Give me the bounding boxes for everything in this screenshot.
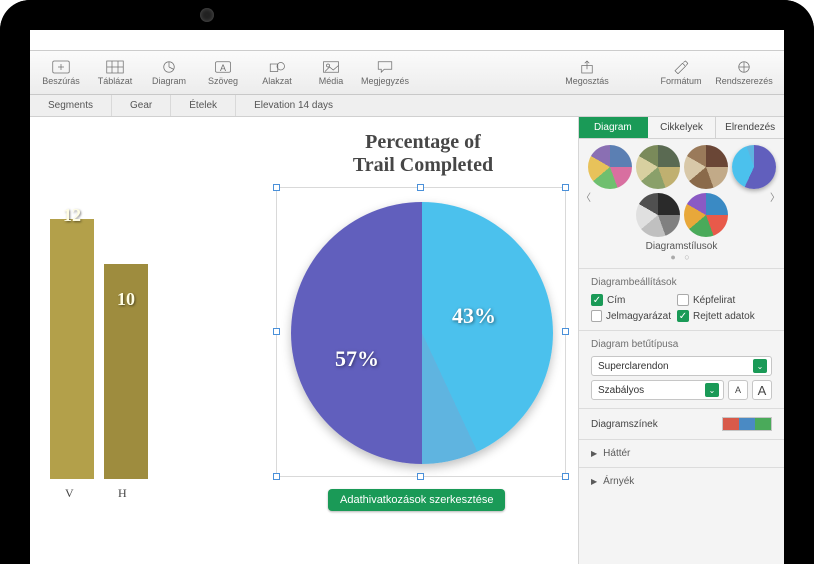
accordion-shadow[interactable]: ▶Árnyék (591, 476, 772, 487)
bar-cat-v: V (65, 486, 74, 501)
resize-handle[interactable] (273, 473, 280, 480)
resize-handle[interactable] (562, 328, 569, 335)
style-next-icon[interactable]: 〉 (770, 189, 782, 201)
media-label: Média (319, 76, 344, 86)
comment-label: Megjegyzés (361, 76, 409, 86)
format-button[interactable]: Formátum (654, 53, 708, 93)
resize-handle[interactable] (273, 184, 280, 191)
format-label: Formátum (660, 76, 701, 86)
shape-label: Alakzat (262, 76, 292, 86)
main-toolbar: Beszúrás Táblázat Diagram A Szöveg Alakz… (30, 51, 784, 95)
svg-text:A: A (220, 62, 226, 72)
bar-chart: 12 10 V H (30, 169, 190, 519)
font-style-select[interactable]: Szabályos⌄ (591, 380, 724, 400)
inspector-tab-cikkelyek[interactable]: Cikkelyek (648, 117, 717, 138)
text-button[interactable]: A Szöveg (196, 53, 250, 93)
style-prev-icon[interactable]: 〈 (581, 189, 593, 201)
share-button[interactable]: Megosztás (560, 53, 614, 93)
diagram-label: Diagram (152, 76, 186, 86)
font-smaller-button[interactable]: A (728, 380, 748, 400)
dropdown-icon: ⌄ (705, 383, 719, 397)
font-family-select[interactable]: Superclarendon⌄ (591, 356, 772, 376)
resize-handle[interactable] (562, 473, 569, 480)
resize-handle[interactable] (417, 473, 424, 480)
pie-label-57: 57% (335, 346, 379, 372)
table-button[interactable]: Táblázat (88, 53, 142, 93)
tab-gear[interactable]: Gear (112, 95, 171, 116)
edit-data-references-button[interactable]: Adathivatkozások szerkesztése (328, 489, 505, 511)
pie-chart[interactable]: 43% 57% (276, 187, 566, 477)
settings-header: Diagrambeállítások (591, 277, 772, 288)
pie-label-43: 43% (452, 303, 496, 329)
arrange-button[interactable]: Rendszerezés (708, 53, 780, 93)
chart-style-6[interactable] (684, 193, 728, 237)
bar-cat-h: H (118, 486, 127, 501)
checkbox-legend[interactable]: Jelmagyarázat (591, 310, 671, 322)
canvas[interactable]: 12 10 V H Percentage of Trail Completed … (30, 117, 579, 564)
bar-value-h: 10 (104, 289, 148, 310)
insert-button[interactable]: Beszúrás (34, 53, 88, 93)
inspector-tab-elrendezes[interactable]: Elrendezés (716, 117, 784, 138)
arrange-label: Rendszerezés (715, 76, 773, 86)
resize-handle[interactable] (417, 184, 424, 191)
accordion-background[interactable]: ▶Háttér (591, 448, 772, 459)
chart-colors-button[interactable] (722, 417, 772, 431)
table-label: Táblázat (98, 76, 133, 86)
colors-label: Diagramszínek (591, 419, 658, 430)
inspector-tab-diagram[interactable]: Diagram (579, 117, 648, 138)
checkbox-title[interactable]: ✓Cím (591, 294, 671, 306)
chart-style-4[interactable] (732, 145, 776, 189)
diagram-button[interactable]: Diagram (142, 53, 196, 93)
share-label: Megosztás (565, 76, 609, 86)
inspector-panel: Diagram Cikkelyek Elrendezés 〈 〉 Diagram… (579, 117, 784, 564)
font-header: Diagram betűtípusa (591, 339, 772, 350)
dropdown-icon: ⌄ (753, 359, 767, 373)
pie-title[interactable]: Percentage of Trail Completed (308, 131, 538, 177)
comment-button[interactable]: Megjegyzés (358, 53, 412, 93)
sheet-tabs: Segments Gear Ételek Elevation 14 days (30, 95, 784, 117)
chart-style-3[interactable] (684, 145, 728, 189)
resize-handle[interactable] (562, 184, 569, 191)
tab-elevation[interactable]: Elevation 14 days (236, 95, 784, 116)
chart-style-5[interactable] (636, 193, 680, 237)
text-label: Szöveg (208, 76, 238, 86)
chart-style-2[interactable] (636, 145, 680, 189)
tab-segments[interactable]: Segments (30, 95, 112, 116)
shape-button[interactable]: Alakzat (250, 53, 304, 93)
media-button[interactable]: Média (304, 53, 358, 93)
bar-value-v: 12 (50, 205, 94, 226)
tab-etelek[interactable]: Ételek (171, 95, 236, 116)
insert-label: Beszúrás (42, 76, 80, 86)
font-larger-button[interactable]: A (752, 380, 772, 400)
styles-caption: Diagramstílusok (583, 241, 780, 252)
chart-style-1[interactable] (588, 145, 632, 189)
style-page-dots[interactable]: ● ○ (583, 252, 780, 262)
resize-handle[interactable] (273, 328, 280, 335)
checkbox-caption[interactable]: Képfelirat (677, 294, 757, 306)
checkbox-hidden-data[interactable]: ✓Rejtett adatok (677, 310, 757, 322)
